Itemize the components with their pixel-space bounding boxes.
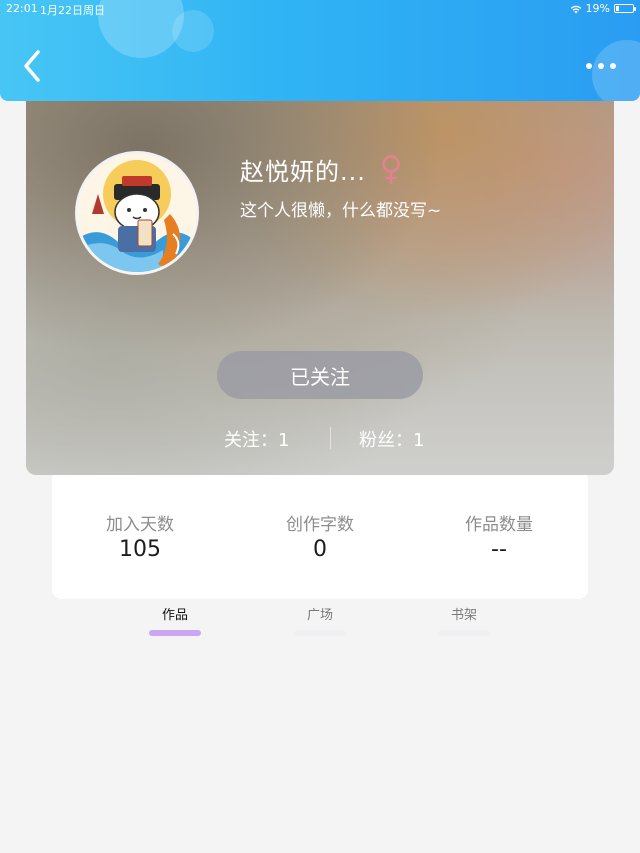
- status-right: 19%: [570, 2, 636, 15]
- battery-level: [616, 6, 619, 11]
- tab-bar: 作品 广场 书架: [0, 604, 640, 644]
- wifi-icon: [570, 5, 581, 13]
- more-dot: [598, 63, 604, 69]
- stat-label: 创作字数: [286, 515, 354, 535]
- female-icon: [382, 154, 400, 184]
- status-bar: 22:01 1月22日周日 19%: [0, 0, 640, 18]
- follow-counts: 关注：1 粉丝：1: [26, 426, 614, 452]
- stat-value: --: [491, 537, 507, 562]
- stat-works-count: 作品数量 --: [429, 510, 569, 562]
- avatar[interactable]: [78, 154, 196, 272]
- top-header: 22:01 1月22日周日 19%: [0, 0, 640, 101]
- tab-label: 作品: [161, 608, 188, 623]
- stat-value: 0: [313, 537, 327, 562]
- tab-label: 广场: [306, 608, 333, 623]
- stat-join-days: 加入天数 105: [70, 510, 210, 562]
- tab-label: 书架: [450, 608, 477, 623]
- tab-works[interactable]: 作品: [145, 604, 205, 636]
- status-time: 22:01: [6, 2, 38, 15]
- battery-icon: [614, 4, 636, 13]
- username: 赵悦妍的...: [240, 158, 366, 186]
- follow-button[interactable]: 已关注: [217, 351, 423, 399]
- tab-indicator: [294, 630, 346, 636]
- name-row: 赵悦妍的...: [240, 152, 402, 187]
- more-dots-icon[interactable]: [586, 58, 622, 74]
- tab-bookshelf[interactable]: 书架: [434, 604, 494, 636]
- stat-word-count: 创作字数 0: [250, 510, 390, 562]
- profile-card: 赵悦妍的... 这个人很懒，什么都没写~ 已关注 关注：1 粉丝：1: [26, 90, 614, 475]
- divider: [330, 427, 331, 449]
- stats-card: 加入天数 105 创作字数 0 作品数量 --: [52, 470, 588, 599]
- tab-indicator: [438, 630, 490, 636]
- battery-percent: 19%: [585, 2, 610, 15]
- more-dot: [586, 63, 592, 69]
- fans-count[interactable]: 粉丝：1: [359, 426, 424, 452]
- status-date: 1月22日周日: [40, 4, 105, 17]
- chevron-left-icon[interactable]: [20, 48, 44, 84]
- tab-indicator: [149, 630, 201, 636]
- following-count[interactable]: 关注：1: [224, 426, 289, 452]
- stat-label: 作品数量: [465, 515, 533, 535]
- tab-square[interactable]: 广场: [290, 604, 350, 636]
- stat-value: 105: [119, 537, 161, 562]
- bio: 这个人很懒，什么都没写~: [240, 201, 442, 221]
- stat-label: 加入天数: [106, 515, 174, 535]
- more-dot: [610, 63, 616, 69]
- avatar-illustration: [78, 154, 196, 272]
